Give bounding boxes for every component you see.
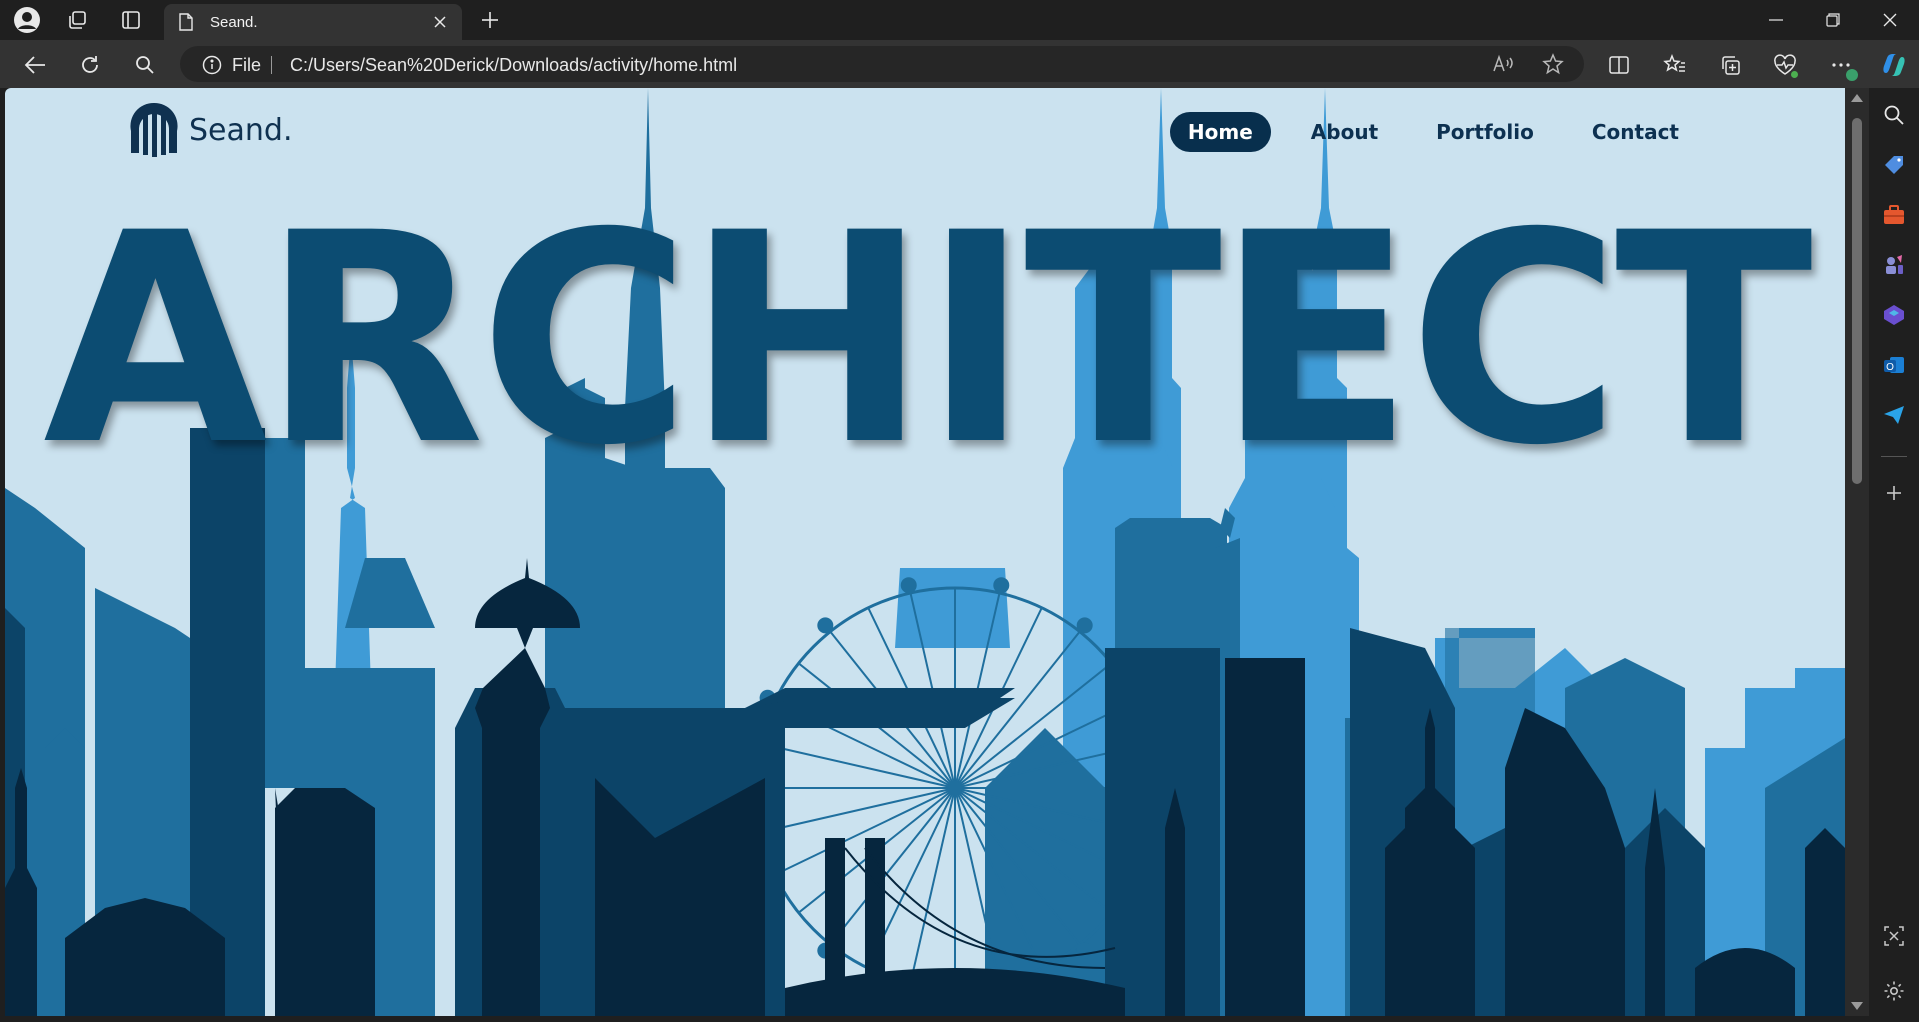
tab-title: Seand. [210,14,258,31]
tab-actions-icon[interactable] [117,6,145,34]
scroll-up-arrow[interactable] [1851,94,1863,102]
logo-text: Seand. [189,112,293,148]
address-url[interactable]: C:/Users/Sean%20Derick/Downloads/activit… [290,55,737,76]
address-bar[interactable]: File C:/Users/Sean%20Derick/Downloads/ac… [180,46,1584,82]
copilot-app-icon[interactable] [1881,302,1907,328]
logo-icon [130,102,178,157]
browser-essentials-icon[interactable] [1770,50,1800,80]
copilot-icon[interactable] [1879,50,1909,80]
page-viewport: Seand. Home About Portfolio Contact ARCH… [5,88,1845,1016]
title-bar: Seand. [0,0,1919,40]
page-icon [178,13,194,36]
close-tab-icon[interactable] [428,10,452,34]
settings-gear-icon[interactable] [1881,978,1907,1004]
favorite-star-icon[interactable] [1541,52,1565,76]
active-tab[interactable]: Seand. [164,4,462,40]
read-aloud-icon[interactable] [1491,52,1515,76]
info-icon[interactable] [202,55,222,75]
svg-text:O: O [1886,362,1894,373]
search-icon[interactable] [130,50,160,80]
address-separator [271,56,272,74]
scroll-thumb[interactable] [1852,118,1862,484]
workspaces-icon[interactable] [63,6,91,34]
edge-sidebar: O [1869,88,1919,1022]
favorites-icon[interactable] [1660,50,1690,80]
window-bottom-edge [0,1016,1869,1022]
profile-icon[interactable] [13,6,41,34]
status-dot [1791,71,1798,78]
site-logo[interactable]: Seand. [129,101,292,159]
add-sidebar-app-icon[interactable] [1881,480,1907,506]
games-icon[interactable] [1881,252,1907,278]
nav-portfolio[interactable]: Portfolio [1418,112,1552,152]
nav-about[interactable]: About [1293,112,1396,152]
split-screen-icon[interactable] [1604,50,1634,80]
sidebar-divider [1881,456,1907,457]
screenshot-icon[interactable] [1881,923,1907,949]
page-scrollbar[interactable] [1845,88,1869,1016]
outlook-icon[interactable]: O [1881,352,1907,378]
back-icon[interactable] [20,50,50,80]
collections-icon[interactable] [1715,50,1745,80]
scroll-down-arrow[interactable] [1851,1002,1863,1010]
update-badge [1846,69,1858,81]
tools-briefcase-icon[interactable] [1881,202,1907,228]
send-icon[interactable] [1881,402,1907,428]
sidebar-search-icon[interactable] [1881,102,1907,128]
new-tab-icon[interactable] [476,6,504,34]
address-scheme-label: File [232,55,262,75]
close-window-icon[interactable] [1862,0,1918,40]
nav-home[interactable]: Home [1169,112,1271,152]
more-options-icon[interactable] [1826,50,1858,81]
browser-toolbar: File C:/Users/Sean%20Derick/Downloads/ac… [0,40,1919,88]
refresh-icon[interactable] [75,50,105,80]
site-nav: Home About Portfolio Contact [1148,112,1697,152]
minimize-icon[interactable] [1748,0,1804,40]
shopping-tag-icon[interactable] [1881,152,1907,178]
hero-title: ARCHITECT [43,172,1813,509]
nav-contact[interactable]: Contact [1574,112,1697,152]
restore-icon[interactable] [1805,0,1861,40]
